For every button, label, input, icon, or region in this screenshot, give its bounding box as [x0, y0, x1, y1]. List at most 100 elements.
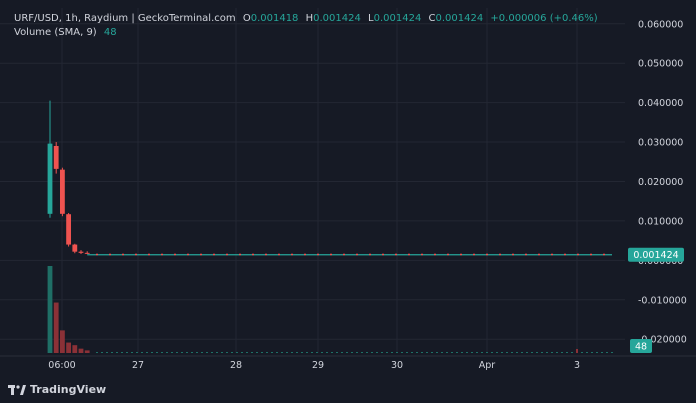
volume-bar	[246, 352, 248, 353]
volume-bar	[176, 352, 178, 353]
volume-bar	[166, 352, 168, 353]
volume-bar	[566, 352, 568, 353]
candle-body	[551, 253, 553, 256]
volume-bar	[111, 352, 113, 353]
candle-body	[447, 253, 449, 256]
volume-bar	[311, 352, 313, 353]
time-tick-label: 27	[132, 360, 144, 371]
volume-bar	[426, 352, 428, 353]
price-tick-label: 0.020000	[638, 177, 683, 188]
volume-bar	[211, 352, 213, 353]
volume-bar	[72, 345, 78, 353]
candle-body	[78, 251, 84, 253]
volume-bar	[461, 352, 463, 353]
candle-body	[187, 253, 189, 256]
candle-body	[213, 253, 215, 256]
candle-body	[369, 253, 371, 256]
volume-bar	[526, 352, 528, 353]
candle-body	[486, 253, 488, 256]
candle-body	[252, 253, 254, 256]
candle-body	[109, 253, 111, 256]
volume-bar	[60, 330, 65, 353]
volume-bar	[186, 352, 188, 353]
volume-bar	[226, 352, 228, 353]
volume-bar	[431, 352, 433, 353]
volume-bar	[611, 352, 613, 353]
volume-bar	[126, 352, 128, 353]
axes: 0.060000 0.050000 0.040000 0.030000 0.020000…	[48, 19, 686, 371]
volume-bar	[181, 352, 183, 353]
candle-body	[135, 253, 137, 256]
volume-bar	[516, 352, 518, 353]
candle-body	[96, 253, 98, 256]
volume-bar	[136, 352, 138, 353]
high-label: H	[305, 13, 314, 24]
volume-bar	[511, 352, 513, 353]
high-value: 0.001424	[313, 13, 361, 24]
candle-body	[590, 253, 592, 256]
volume-bar	[206, 352, 208, 353]
volume-bar	[351, 352, 353, 353]
volume-bar	[141, 352, 143, 353]
volume-bar	[251, 352, 253, 353]
volume-bar	[561, 352, 563, 353]
volume-bar	[591, 352, 593, 353]
candle-body	[356, 253, 358, 256]
candle-body	[603, 253, 605, 256]
price-tick-label: 0.060000	[638, 19, 683, 30]
candle-body	[499, 253, 501, 256]
candle-body	[239, 253, 241, 256]
volume-bar	[541, 352, 543, 353]
candle-body	[564, 253, 566, 256]
price-chart[interactable]: 0.060000 0.050000 0.040000 0.030000 0.020000…	[0, 0, 696, 403]
volume-bar	[606, 352, 608, 353]
tradingview-label: TradingView	[30, 383, 107, 396]
volume-bar	[336, 352, 338, 353]
volume-bar	[546, 352, 548, 353]
candle-body	[226, 253, 228, 256]
volume-bar	[286, 352, 288, 353]
candle-body	[460, 253, 462, 256]
volume-bar	[271, 352, 273, 353]
tradingview-logo[interactable]: TradingView	[8, 383, 106, 396]
volume-bar	[78, 348, 84, 353]
volume-bar	[586, 352, 588, 353]
volume-bar	[521, 352, 523, 353]
volume-bar	[411, 352, 413, 353]
volume-bar	[131, 352, 133, 353]
volume-bar	[301, 352, 303, 353]
candle-body	[512, 253, 514, 256]
volume-bar	[306, 352, 308, 353]
volume-bar	[196, 352, 198, 353]
volume-bar	[201, 352, 203, 353]
chart-legend-volume: Volume (SMA, 9) 48	[14, 27, 117, 38]
candle-body	[434, 253, 436, 256]
volume-bar	[531, 352, 533, 353]
price-tick-label: 0.050000	[638, 59, 683, 70]
candle-body	[174, 253, 176, 256]
volume-value: 48	[103, 27, 117, 38]
candle-body	[72, 244, 78, 252]
candle-body	[47, 143, 53, 214]
price-tick-label: 0.040000	[638, 98, 683, 109]
close-label: C	[428, 13, 436, 24]
volume-bar	[221, 352, 223, 353]
candle-body	[122, 253, 124, 256]
volume-bar	[581, 352, 583, 353]
volume-bar	[53, 302, 59, 353]
time-tick-label: Apr	[479, 360, 496, 371]
volume-bar	[216, 352, 218, 353]
volume-bar	[376, 352, 378, 353]
volume-bar	[391, 352, 393, 353]
volume-bar	[256, 352, 258, 353]
candle-body	[395, 253, 397, 256]
volume-bar	[421, 352, 423, 353]
chart-legend-ohlc: URF/USD, 1h, Raydium | GeckoTerminal.com…	[14, 13, 598, 24]
time-tick-label: 06:00	[48, 360, 75, 371]
volume-bar	[476, 352, 478, 353]
candle-body	[148, 253, 150, 256]
time-tick-label: 28	[230, 360, 242, 371]
volume-bar	[346, 352, 348, 353]
volume-bar	[47, 266, 53, 353]
volume-bar	[486, 352, 488, 353]
